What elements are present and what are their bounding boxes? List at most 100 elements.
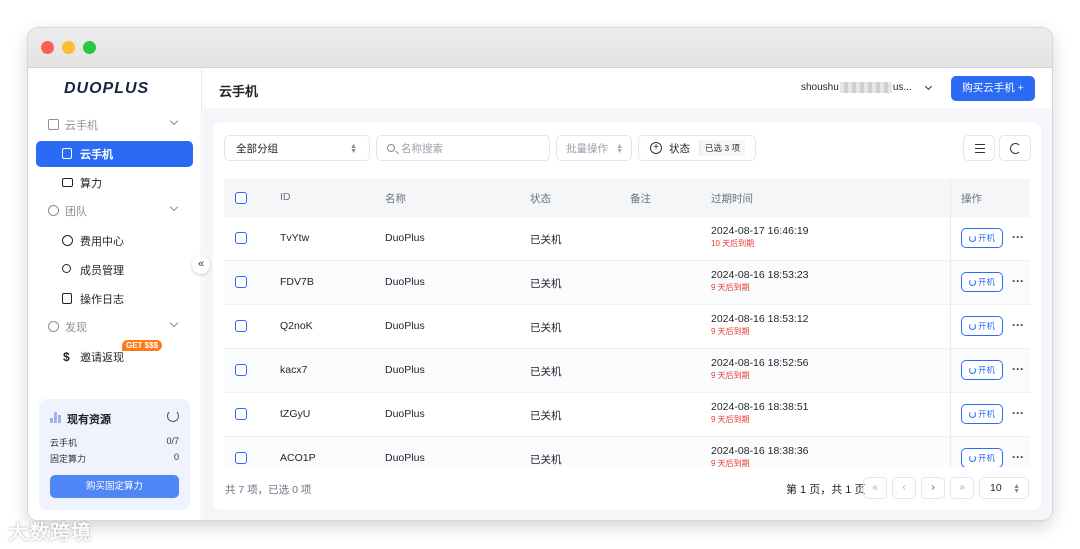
sidebar-item-label: 云手机 bbox=[80, 149, 113, 161]
page-title: 云手机 bbox=[219, 84, 259, 99]
sliders-icon bbox=[975, 144, 985, 146]
name-search-input[interactable]: 名称搜索 bbox=[376, 135, 550, 161]
table-header: ID 名称 状态 备注 过期时间 操作 bbox=[224, 179, 1030, 217]
cell-status: 已关机 bbox=[530, 366, 562, 378]
power-on-button[interactable]: 开机 bbox=[961, 448, 1003, 468]
minimize-window-button[interactable] bbox=[62, 41, 75, 54]
row-checkbox[interactable] bbox=[235, 408, 247, 420]
prev-page-button[interactable]: ‹ bbox=[892, 477, 916, 499]
resource-value: 0/7 bbox=[166, 436, 179, 446]
cell-id: tZGyU bbox=[280, 408, 311, 420]
column-header-id[interactable]: ID bbox=[280, 191, 291, 203]
sidebar-item-members[interactable]: 成员管理 bbox=[36, 257, 193, 283]
expire-time: 2024-08-16 18:38:51 bbox=[711, 401, 809, 413]
cell-name: DuoPlus bbox=[385, 364, 425, 376]
top-bar: 云手机 shoushu us... 购买云手机 + bbox=[203, 68, 1052, 108]
cell-name: DuoPlus bbox=[385, 276, 425, 288]
column-header-status[interactable]: 状态 bbox=[530, 191, 551, 206]
column-header-expire[interactable]: 过期时间 bbox=[711, 191, 753, 206]
row-checkbox[interactable] bbox=[235, 364, 247, 376]
power-on-button[interactable]: 开机 bbox=[961, 316, 1003, 336]
table-row[interactable]: TvYtw DuoPlus 已关机 2024-08-17 16:46:19 10 天后到… bbox=[224, 217, 1030, 261]
resource-label: 云手机 bbox=[50, 438, 78, 448]
chevron-down-icon bbox=[169, 116, 179, 126]
refresh-icon[interactable] bbox=[167, 410, 179, 422]
group-select-value: 全部分组 bbox=[236, 142, 278, 155]
nav-group-discover[interactable]: 发现 bbox=[28, 315, 202, 339]
phone-icon bbox=[48, 119, 59, 130]
refresh-button[interactable] bbox=[999, 135, 1031, 161]
close-window-button[interactable] bbox=[41, 41, 54, 54]
column-header-name[interactable]: 名称 bbox=[385, 191, 406, 206]
row-checkbox[interactable] bbox=[235, 320, 247, 332]
more-actions-button[interactable]: ··· bbox=[1012, 406, 1024, 420]
more-actions-button[interactable]: ··· bbox=[1012, 362, 1024, 376]
power-on-button[interactable]: 开机 bbox=[961, 228, 1003, 248]
brand-logo[interactable]: DUOPLUS bbox=[64, 80, 149, 98]
page-size-select[interactable]: 10 ▲ ▼ bbox=[979, 477, 1029, 499]
nav-group-cloud-phone[interactable]: 云手机 bbox=[28, 113, 202, 137]
expire-warning: 10 天后到期 bbox=[711, 239, 755, 248]
more-actions-button[interactable]: ··· bbox=[1012, 450, 1024, 464]
search-icon bbox=[387, 144, 395, 152]
power-on-button[interactable]: 开机 bbox=[961, 404, 1003, 424]
maximize-window-button[interactable] bbox=[83, 41, 96, 54]
power-on-label: 开机 bbox=[977, 409, 995, 419]
user-settings-icon bbox=[62, 264, 71, 273]
last-page-button[interactable]: » bbox=[950, 477, 974, 499]
power-on-label: 开机 bbox=[977, 365, 995, 375]
row-checkbox[interactable] bbox=[235, 232, 247, 244]
table-footer: 共 7 项，已选 0 项 第 1 页，共 1 页 « ‹ › » 10 ▲ ▼ bbox=[213, 467, 1041, 510]
more-actions-button[interactable]: ··· bbox=[1012, 274, 1024, 288]
sidebar-item-referral[interactable]: $ 邀请返现 GET $$$ bbox=[36, 340, 193, 370]
expire-warning: 9 天后到期 bbox=[711, 371, 750, 380]
sidebar-item-label: 算力 bbox=[80, 178, 102, 190]
buy-cloud-phone-button[interactable]: 购买云手机 + bbox=[951, 76, 1035, 101]
collapse-sidebar-button[interactable]: « bbox=[192, 256, 210, 274]
nav-group-label: 团队 bbox=[65, 206, 87, 218]
sidebar-item-billing[interactable]: 费用中心 bbox=[36, 228, 193, 254]
column-settings-button[interactable] bbox=[963, 135, 995, 161]
table-row[interactable]: kacx7 DuoPlus 已关机 2024-08-16 18:52:56 9 天后到期… bbox=[224, 349, 1030, 393]
nav-group-team[interactable]: 团队 bbox=[28, 199, 202, 223]
search-placeholder: 名称搜索 bbox=[401, 142, 443, 155]
buy-fixed-compute-button[interactable]: 购买固定算力 bbox=[50, 475, 179, 498]
sidebar-item-label: 邀请返现 bbox=[80, 352, 124, 364]
sidebar-item-label: 费用中心 bbox=[80, 236, 124, 248]
watermark: 大数跨境 bbox=[8, 522, 92, 544]
sidebar-item-label: 成员管理 bbox=[80, 265, 124, 277]
chart-bars-icon bbox=[50, 412, 62, 423]
power-on-button[interactable]: 开机 bbox=[961, 360, 1003, 380]
cell-status: 已关机 bbox=[530, 454, 562, 466]
next-page-button[interactable]: › bbox=[921, 477, 945, 499]
sidebar-item-cloud-phone[interactable]: 云手机 bbox=[36, 141, 193, 167]
column-header-remark[interactable]: 备注 bbox=[630, 191, 651, 206]
cell-id: kacx7 bbox=[280, 364, 308, 376]
status-filter[interactable]: + 状态 已选 3 项 bbox=[638, 135, 756, 161]
resources-card: 现有资源 云手机 0/7 固定算力 0 购买固定算力 bbox=[39, 399, 190, 510]
referral-badge: GET $$$ bbox=[122, 340, 163, 351]
user-menu[interactable]: shoushu us... bbox=[801, 82, 932, 93]
sidebar-item-compute[interactable]: 算力 bbox=[36, 170, 193, 196]
row-checkbox[interactable] bbox=[235, 452, 247, 464]
select-all-checkbox[interactable] bbox=[235, 192, 247, 204]
cell-status: 已关机 bbox=[530, 278, 562, 290]
table-row[interactable]: tZGyU DuoPlus 已关机 2024-08-16 18:38:51 9 天后到期… bbox=[224, 393, 1030, 437]
table-row[interactable]: Q2noK DuoPlus 已关机 2024-08-16 18:53:12 9 天后到期… bbox=[224, 305, 1030, 349]
sidebar: DUOPLUS 云手机 云手机 算力 团队 费用中心 成员管理 操作日志 发现 … bbox=[28, 68, 202, 520]
status-filter-label: 状态 bbox=[669, 142, 690, 155]
ops-cell: 开机 ··· bbox=[950, 261, 1030, 304]
select-arrows-icon: ▲ ▼ bbox=[1013, 483, 1020, 495]
more-actions-button[interactable]: ··· bbox=[1012, 318, 1024, 332]
sidebar-item-logs[interactable]: 操作日志 bbox=[36, 286, 193, 312]
column-header-actions: 操作 bbox=[961, 193, 982, 205]
power-on-button[interactable]: 开机 bbox=[961, 272, 1003, 292]
group-select[interactable]: 全部分组 ▲ ▼ bbox=[224, 135, 370, 161]
table-row[interactable]: FDV7B DuoPlus 已关机 2024-08-16 18:53:23 9 天后到期… bbox=[224, 261, 1030, 305]
chevron-down-icon bbox=[924, 82, 932, 90]
more-actions-button[interactable]: ··· bbox=[1012, 230, 1024, 244]
power-icon bbox=[968, 235, 976, 242]
first-page-button[interactable]: « bbox=[863, 477, 887, 499]
row-checkbox[interactable] bbox=[235, 276, 247, 288]
batch-actions-select[interactable]: 批量操作 ▲ ▼ bbox=[556, 135, 632, 161]
